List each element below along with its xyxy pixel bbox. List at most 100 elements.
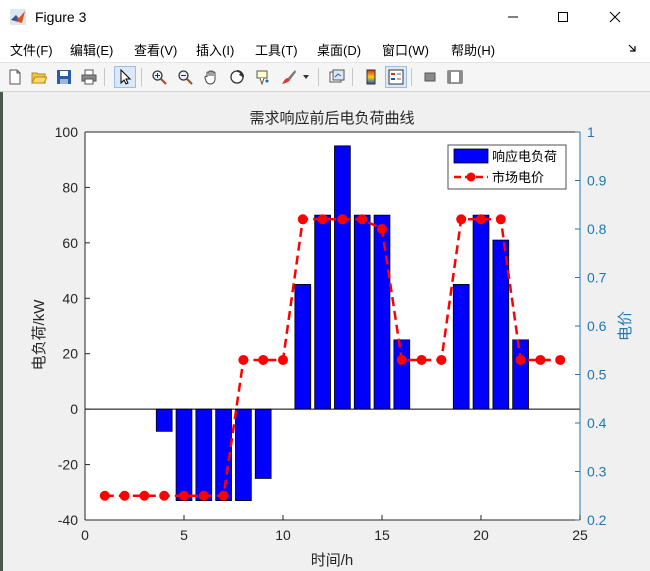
background-window-edge [0, 92, 3, 571]
colorbar-button[interactable] [360, 66, 382, 88]
minimize-button[interactable] [488, 0, 538, 34]
y-tick-label-left: 20 [62, 346, 78, 362]
title-bar: Figure 3 [0, 0, 650, 34]
price-marker [139, 490, 150, 501]
y-tick-label-left: 80 [62, 179, 78, 195]
menu-edit[interactable]: 编辑(E) [70, 40, 113, 59]
pointer-button[interactable] [114, 66, 136, 88]
y-tick-label-left: -20 [58, 457, 78, 473]
y-tick-label-right: 0.4 [587, 415, 607, 431]
y-tick-label-left: -40 [58, 512, 78, 528]
price-marker [278, 354, 288, 365]
price-marker [495, 214, 506, 225]
zoom-out-icon [178, 70, 193, 85]
x-tick-label: 25 [572, 527, 588, 543]
brush-button[interactable] [278, 66, 300, 88]
toolbar-separator [141, 68, 142, 86]
y-tick-label-right: 0.8 [587, 221, 607, 237]
price-marker [535, 354, 546, 365]
maximize-button[interactable] [538, 0, 588, 34]
price-marker [258, 354, 269, 365]
zoom-out-button[interactable] [174, 66, 196, 88]
hide-plot-tools-icon [424, 72, 436, 82]
menu-help[interactable]: 帮助(H) [451, 40, 495, 59]
price-marker [416, 354, 427, 365]
dock-arrow-icon[interactable] [627, 43, 637, 53]
menu-file[interactable]: 文件(F) [10, 40, 53, 59]
y-tick-label-left: 100 [55, 124, 79, 140]
y-tick-label-right: 1 [587, 124, 595, 140]
menu-bar: 文件(F) 编辑(E) 查看(V) 插入(I) 工具(T) 桌面(D) 窗口(W… [0, 34, 650, 62]
save-icon [57, 70, 71, 84]
bar [472, 214, 490, 410]
toolbar-separator [318, 68, 319, 86]
rotate-3d-button[interactable] [226, 66, 248, 88]
window-title: Figure 3 [35, 9, 87, 25]
colorbar-icon [366, 69, 376, 85]
bar [175, 408, 193, 501]
legend-button[interactable] [385, 66, 407, 88]
bar [353, 214, 371, 410]
bar [314, 214, 331, 410]
price-marker [179, 490, 189, 501]
link-plot-icon [329, 69, 345, 83]
hide-plot-tools-button[interactable] [419, 66, 441, 88]
price-marker [436, 354, 447, 365]
new-figure-icon [9, 69, 21, 85]
bar [155, 408, 173, 432]
brush-dropdown-button[interactable] [300, 66, 312, 88]
chart-title: 需求响应前后电负荷曲线 [249, 109, 414, 127]
menu-desktop[interactable]: 桌面(D) [317, 40, 361, 59]
price-marker [377, 224, 387, 234]
toolbar-separator [104, 68, 105, 86]
bar [235, 408, 252, 501]
zoom-in-button[interactable] [148, 66, 170, 88]
menu-view[interactable]: 查看(V) [134, 40, 177, 59]
minimize-icon [508, 16, 518, 18]
price-marker [99, 490, 110, 501]
show-plot-tools-button[interactable] [444, 66, 466, 88]
close-icon [609, 11, 621, 23]
bar [254, 408, 272, 479]
price-marker [238, 354, 249, 365]
show-plot-tools-icon [447, 70, 463, 84]
bar [512, 339, 529, 410]
bar [393, 339, 411, 410]
y-tick-label-right: 0.7 [587, 270, 607, 286]
bar [195, 408, 213, 501]
toolbar-separator [411, 68, 412, 86]
price-marker [515, 354, 526, 365]
pointer-icon [120, 69, 132, 85]
bar [334, 145, 351, 410]
print-button[interactable] [78, 66, 100, 88]
price-marker [555, 354, 566, 365]
y-axis-label-right: 电价 [617, 311, 634, 341]
data-cursor-icon [256, 70, 269, 85]
price-marker [317, 214, 328, 225]
bar [452, 284, 470, 410]
x-axis-label: 时间/h [311, 552, 354, 569]
link-plot-button[interactable] [326, 66, 348, 88]
brush-dropdown-icon [303, 75, 309, 79]
legend[interactable]: 响应电负荷 市场电价 [447, 144, 567, 190]
open-file-icon [31, 72, 47, 84]
y-tick-label-left: 40 [62, 290, 78, 306]
bar [294, 284, 312, 410]
menu-window[interactable]: 窗口(W) [382, 40, 429, 59]
menu-insert[interactable]: 插入(I) [196, 40, 234, 59]
pan-button[interactable] [200, 66, 222, 88]
legend-icon [388, 69, 404, 85]
y-tick-label-right: 0.5 [587, 367, 607, 383]
price-marker [357, 214, 368, 225]
price-marker [159, 490, 170, 501]
price-marker [337, 214, 348, 225]
price-marker [476, 214, 486, 225]
print-icon [81, 69, 97, 85]
save-button[interactable] [53, 66, 75, 88]
new-figure-button[interactable] [4, 66, 26, 88]
y-tick-label-right: 0.3 [587, 464, 607, 480]
menu-tools[interactable]: 工具(T) [255, 40, 298, 59]
data-cursor-button[interactable] [252, 66, 274, 88]
close-button[interactable] [590, 0, 640, 34]
open-file-button[interactable] [28, 66, 50, 88]
